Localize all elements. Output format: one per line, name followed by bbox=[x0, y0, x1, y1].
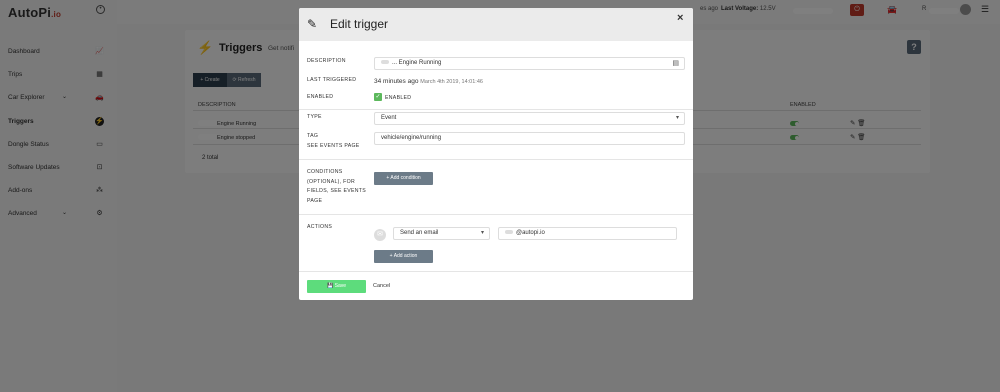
tag-field[interactable]: vehicle/engine/running bbox=[374, 132, 685, 145]
enabled-label: ENABLED bbox=[307, 94, 334, 100]
add-action-button[interactable]: + Add action bbox=[374, 250, 433, 263]
edit-trigger-modal: ✎ Edit trigger × DESCRIPTION ... Engine … bbox=[299, 8, 693, 300]
modal-title: Edit trigger bbox=[330, 17, 389, 31]
redacted-text bbox=[505, 230, 513, 235]
type-select[interactable]: Event ▾ bbox=[374, 112, 685, 125]
conditions-label: CONDITIONS (OPTIONAL), FOR FIELDS, SEE E… bbox=[307, 169, 367, 204]
add-condition-button[interactable]: + Add condition bbox=[374, 172, 433, 185]
type-label: TYPE bbox=[307, 114, 322, 120]
enabled-checkbox[interactable]: ✓ bbox=[374, 93, 382, 101]
last-triggered-label: LAST TRIGGERED bbox=[307, 77, 357, 83]
divider bbox=[299, 159, 693, 160]
modal-header: ✎ Edit trigger × bbox=[299, 8, 693, 41]
save-icon: 💾 bbox=[326, 283, 334, 289]
description-field[interactable]: ... Engine Running ▤ bbox=[374, 57, 685, 70]
actions-label: ACTIONS bbox=[307, 224, 333, 230]
description-label: DESCRIPTION bbox=[307, 58, 346, 64]
action-email-field[interactable]: @autopi.io bbox=[498, 227, 677, 240]
divider bbox=[299, 109, 693, 110]
tag-hint[interactable]: SEE EVENTS PAGE bbox=[307, 142, 360, 152]
save-button[interactable]: 💾 Save bbox=[307, 280, 366, 293]
tag-label: TAG bbox=[307, 133, 319, 139]
enabled-checkbox-label[interactable]: ENABLED bbox=[385, 95, 411, 101]
cancel-button[interactable]: Cancel bbox=[373, 283, 390, 289]
divider bbox=[299, 271, 693, 272]
close-icon[interactable]: × bbox=[677, 12, 683, 24]
chevron-down-icon: ▾ bbox=[675, 115, 679, 121]
edit-icon: ✎ bbox=[307, 17, 318, 31]
redacted-text bbox=[381, 60, 389, 65]
action-type-icon: ✉ bbox=[374, 229, 386, 241]
save-button-label: Save bbox=[334, 283, 347, 289]
chevron-down-icon: ▾ bbox=[480, 230, 484, 236]
action-type-select[interactable]: Send an email ▾ bbox=[393, 227, 490, 240]
last-triggered-value: 34 minutes ago March 4th 2019, 14:01:46 bbox=[374, 78, 483, 85]
clipboard-icon[interactable]: ▤ bbox=[672, 58, 679, 69]
divider bbox=[299, 214, 693, 215]
